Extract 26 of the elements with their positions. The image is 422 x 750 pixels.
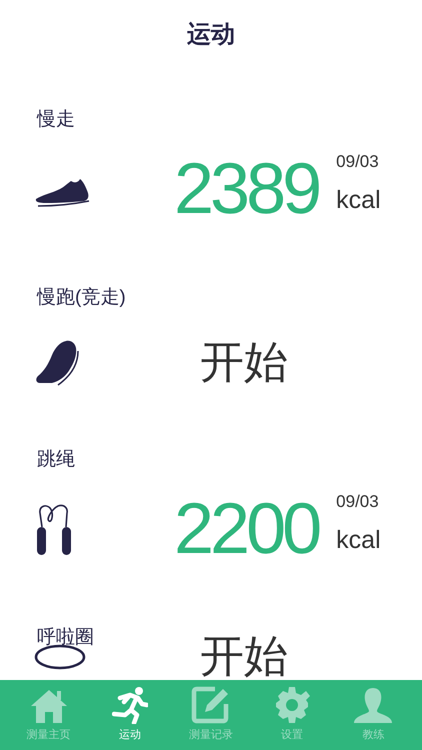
calorie-value: 2389 (174, 150, 320, 230)
home-icon (28, 688, 69, 724)
record-date: 09/03 (336, 150, 380, 172)
activity-name: 慢走 (37, 109, 75, 130)
page-title: 运动 (187, 20, 235, 50)
jump-rope-icon (34, 503, 74, 557)
tab[interactable]: 测量记录 (176, 684, 246, 743)
tab[interactable]: 测量主页 (14, 684, 84, 743)
start-button[interactable]: 开始 (200, 635, 288, 679)
settings-icon (273, 686, 312, 724)
tab[interactable]: 设置 (257, 684, 328, 743)
calorie-unit: kcal (336, 525, 381, 556)
edit-icon (190, 686, 231, 724)
activity-name: 呼啦圈 (37, 627, 94, 648)
tab[interactable]: 教练 (338, 684, 408, 743)
calorie-unit: kcal (336, 185, 381, 216)
tab[interactable]: 运动 (94, 684, 165, 743)
activity-name: 跳绳 (37, 449, 75, 470)
calorie-value: 2200 (174, 490, 320, 570)
hoop-icon (34, 644, 86, 670)
runner-icon (112, 686, 148, 724)
record-date: 09/03 (336, 490, 380, 512)
running-shoe-icon (34, 339, 80, 387)
start-button[interactable]: 开始 (200, 341, 288, 385)
person-icon (353, 686, 394, 724)
activity-name: 慢跑(竞走) (37, 287, 126, 308)
